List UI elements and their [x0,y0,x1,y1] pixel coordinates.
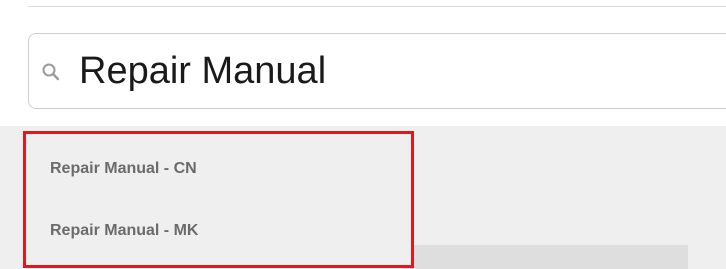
top-divider [28,0,726,7]
suggestion-dropdown: Repair Manual - CN Repair Manual - MK [23,131,414,268]
suggestion-item[interactable]: Repair Manual - CN [50,160,197,178]
search-box[interactable] [28,33,726,109]
search-input[interactable] [79,42,719,100]
suggestion-item[interactable]: Repair Manual - MK [50,222,198,240]
search-icon [41,62,61,82]
page: Repair Manual - CN Repair Manual - MK [0,0,726,269]
panel-placeholder-bar [402,245,688,269]
